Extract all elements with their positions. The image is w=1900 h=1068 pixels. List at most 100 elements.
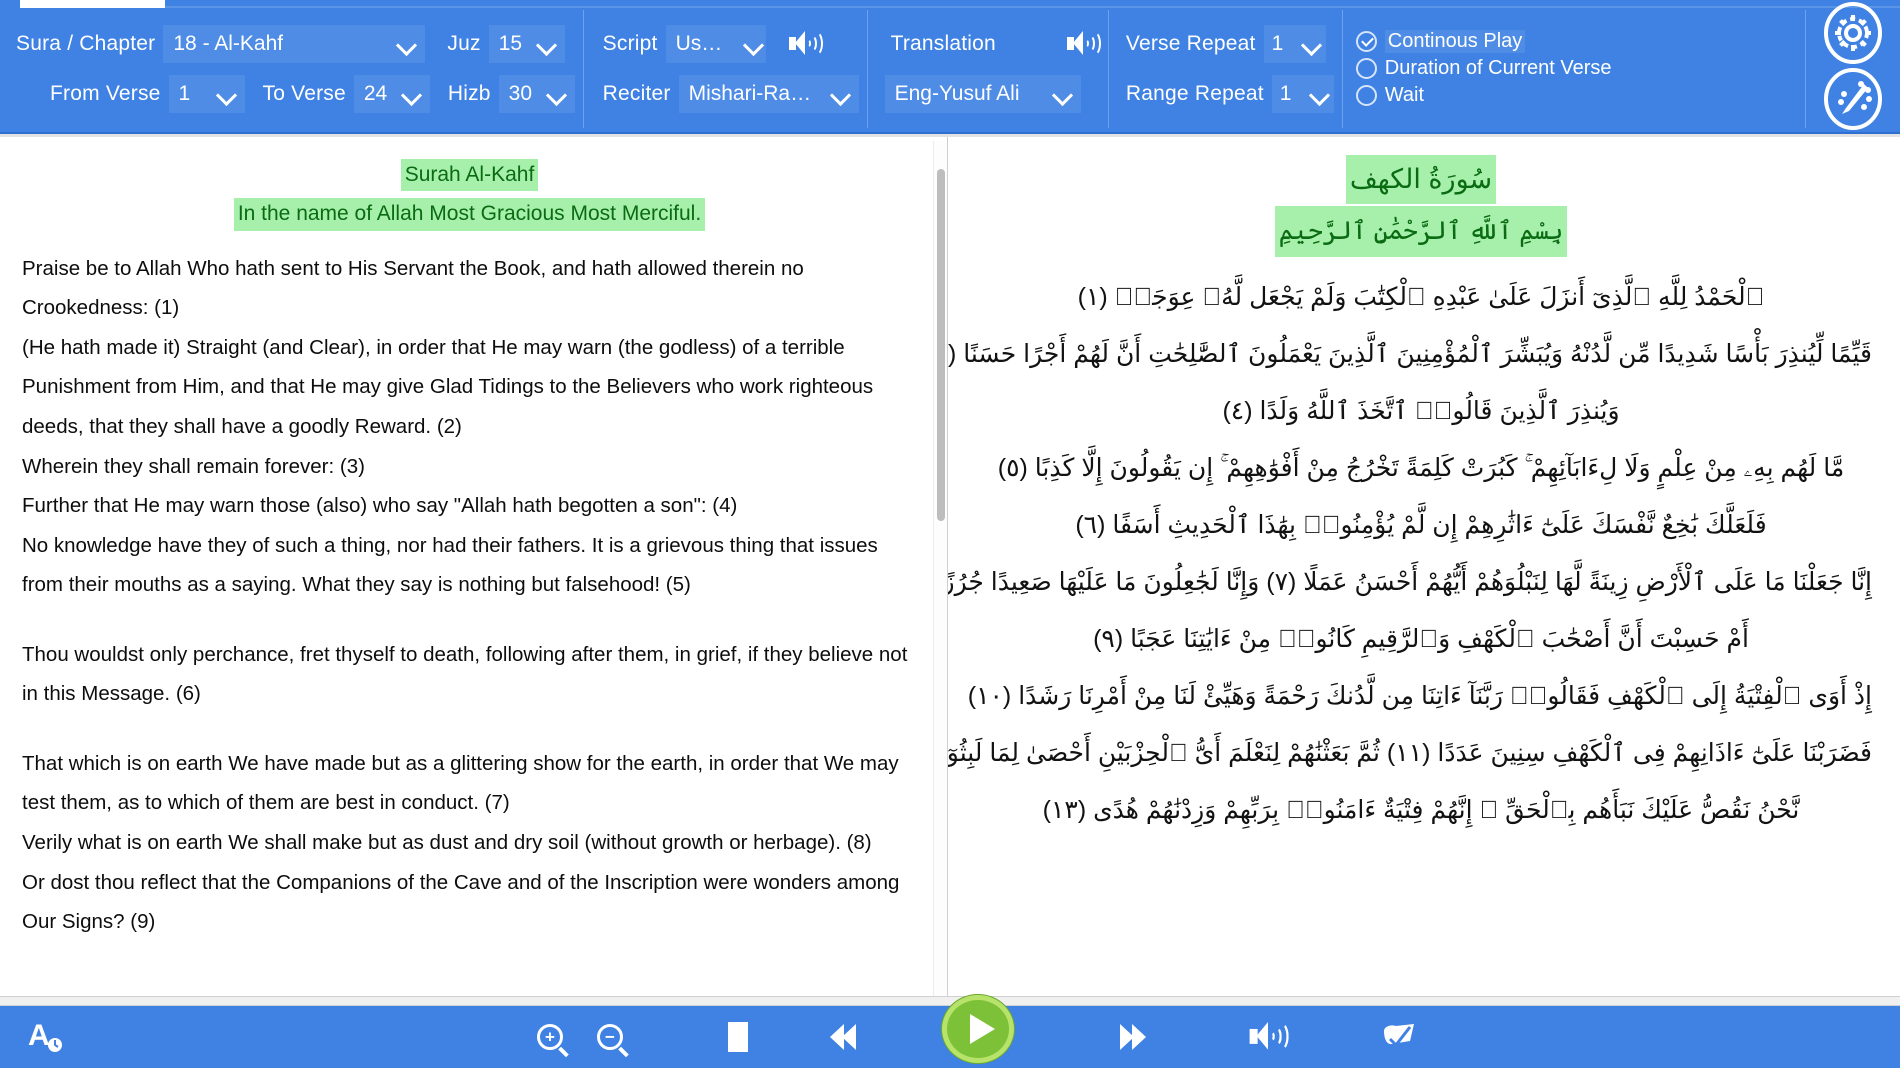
- arabic-bismillah-line: بِسْمِ ٱللَّهِ ٱلرَّحْمَٰنِ ٱلرَّحِيمِ: [970, 205, 1872, 258]
- verse-text[interactable]: (He hath made it) Straight (and Clear), …: [22, 328, 917, 447]
- chevron-down-icon: [831, 88, 851, 100]
- reciter-row: Reciter Mishari-Rashid: [603, 69, 859, 119]
- radio-circle-icon: [1355, 57, 1377, 79]
- arabic-verse-list: ٱلْحَمْدُ لِلَّهِ ٱلَّذِىٓ أَنزَلَ عَلَى…: [948, 269, 1872, 839]
- juz-select[interactable]: 15: [488, 25, 565, 63]
- verse-repeat-select[interactable]: 1: [1263, 25, 1326, 63]
- player-bar: A + −: [0, 995, 1900, 1068]
- arabic-verse-text[interactable]: نَّحْنُ نَقُصُّ عَلَيْكَ نَبَأَهُم بِٱلْ…: [970, 782, 1872, 839]
- arabic-verse-text[interactable]: أَمْ حَسِبْتَ أَنَّ أَصْحَٰبَ ٱلْكَهْفِ …: [970, 611, 1872, 668]
- arabic-verse-text[interactable]: قَيِّمًا لِّيُنذِرَ بَأْسًا شَدِيدًا مِّ…: [948, 326, 1872, 383]
- player-top-edge: [0, 996, 1900, 1006]
- radio-wait[interactable]: Wait: [1355, 83, 1612, 107]
- font-settings-icon: A: [28, 1019, 62, 1052]
- from-verse-value: 1: [178, 82, 191, 105]
- font-settings-button[interactable]: A: [10, 1006, 80, 1068]
- verse-text[interactable]: That which is on earth We have made but …: [22, 744, 917, 823]
- theme-button[interactable]: [1805, 66, 1900, 132]
- rewind-button[interactable]: [798, 1006, 888, 1068]
- top-toolbar: Sura / Chapter 18 - Al-Kahf Juz 15 From …: [0, 0, 1900, 134]
- sura-juz-row: Sura / Chapter 18 - Al-Kahf Juz 15: [16, 19, 575, 69]
- verse-repeat-value: 1: [1271, 32, 1284, 55]
- arabic-heading: سُورَةُ الكهف بِسْمِ ٱللَّهِ ٱلرَّحْمَٰن…: [970, 155, 1872, 258]
- translation-speaker-icon[interactable]: [1066, 29, 1101, 59]
- translation-select[interactable]: Eng-Yusuf Ali: [884, 75, 1081, 113]
- script-speaker-icon[interactable]: [788, 29, 823, 59]
- radio-label-duration-current-verse: Duration of Current Verse: [1384, 56, 1612, 79]
- translation-header-row: Translation: [885, 19, 1101, 69]
- bismillah-line: In the name of Allah Most Gracious Most …: [22, 198, 917, 231]
- fast-forward-icon-2: [1132, 1024, 1146, 1050]
- rewind-icon-2: [842, 1024, 856, 1050]
- fast-forward-button[interactable]: [1088, 1006, 1178, 1068]
- chevron-down-icon: [1302, 38, 1322, 50]
- paint-brush-icon: [1823, 68, 1882, 130]
- zoom-in-glyph: +: [545, 1027, 555, 1047]
- range-repeat-select[interactable]: 1: [1271, 75, 1334, 113]
- verse-text[interactable]: Further that He may warn those (also) wh…: [22, 486, 917, 526]
- arabic-verse-text[interactable]: فَضَرَبْنَا عَلَىٰٓ ءَاذَانِهِمْ فِى ٱلْ…: [948, 725, 1872, 782]
- stop-button[interactable]: [698, 1006, 778, 1068]
- to-verse-select[interactable]: 24: [353, 75, 430, 113]
- zoom-out-glyph: −: [605, 1027, 615, 1047]
- surah-title-en: Surah Al-Kahf: [400, 159, 539, 192]
- stop-icon: [728, 1022, 748, 1052]
- hizb-select[interactable]: 30: [498, 75, 575, 113]
- script-select[interactable]: Usmani: [665, 25, 766, 63]
- svg-text:A: A: [28, 1019, 50, 1052]
- script-label: Script: [602, 32, 658, 55]
- chevron-down-icon: [402, 88, 422, 100]
- to-verse-value: 24: [363, 82, 388, 105]
- translation-pane: Surah Al-Kahf In the name of Allah Most …: [0, 137, 948, 996]
- range-repeat-value: 1: [1279, 82, 1292, 105]
- verse-spacer: [22, 605, 917, 635]
- arabic-title-line: سُورَةُ الكهف: [970, 155, 1872, 204]
- translation-value: Eng-Yusuf Ali: [894, 82, 1020, 105]
- verse-text[interactable]: Praise be to Allah Who hath sent to His …: [22, 249, 917, 328]
- translation-pane-scrollbar[interactable]: [933, 141, 947, 996]
- radio-duration-current-verse[interactable]: Duration of Current Verse: [1355, 56, 1612, 80]
- gear-icon: [1823, 2, 1882, 64]
- sura-value: 18 - Al-Kahf: [173, 32, 284, 55]
- verse-text[interactable]: Wherein they shall remain forever: (3): [22, 447, 917, 487]
- juz-label: Juz: [447, 32, 481, 55]
- bookmark-button[interactable]: [1358, 1006, 1438, 1068]
- range-repeat-row: Range Repeat 1: [1126, 69, 1334, 119]
- arabic-verse-text[interactable]: مَّا لَهُم بِهِۦ مِنْ عِلْمٍ وَلَا لِءَا…: [970, 440, 1872, 497]
- script-reciter-group: Script Usmani Reciter Mishari-Rashid: [582, 0, 867, 132]
- arabic-verse-text[interactable]: إِنَّا جَعَلْنَا مَا عَلَى ٱلْأَرْضِ زِي…: [948, 554, 1872, 611]
- sura-select[interactable]: 18 - Al-Kahf: [163, 25, 426, 63]
- surah-title-ar: سُورَةُ الكهف: [1345, 155, 1497, 204]
- range-repeat-label: Range Repeat: [1125, 82, 1264, 105]
- from-verse-select[interactable]: 1: [168, 75, 245, 113]
- verse-text[interactable]: No knowledge have they of such a thing, …: [22, 526, 917, 605]
- player-bar-wrapper: A + −: [0, 995, 1900, 1068]
- volume-button[interactable]: [1228, 1006, 1308, 1068]
- verse-text[interactable]: Or dost thou reflect that the Companions…: [22, 863, 917, 942]
- zoom-in-button[interactable]: +: [520, 1006, 580, 1068]
- radio-continuous-play[interactable]: Continous Play: [1355, 29, 1612, 53]
- translation-heading: Surah Al-Kahf In the name of Allah Most …: [22, 159, 917, 231]
- arabic-verse-text[interactable]: إِذْ أَوَى ٱلْفِتْيَةُ إِلَى ٱلْكَهْفِ ف…: [968, 668, 1872, 725]
- verse-text[interactable]: Thou wouldst only perchance, fret thysel…: [22, 635, 917, 714]
- zoom-out-button[interactable]: −: [580, 1006, 640, 1068]
- chevron-down-icon: [537, 38, 557, 50]
- arabic-verse-text[interactable]: فَلَعَلَّكَ بَٰخِعٌ نَّفْسَكَ عَلَىٰٓ ءَ…: [970, 497, 1872, 554]
- reciter-select[interactable]: Mishari-Rashid: [678, 75, 859, 113]
- arabic-verse-text[interactable]: ٱلْحَمْدُ لِلَّهِ ٱلَّذِىٓ أَنزَلَ عَلَى…: [970, 269, 1872, 326]
- verse-spacer: [22, 714, 917, 744]
- radio-label-wait: Wait: [1384, 83, 1425, 106]
- chevron-down-icon: [744, 38, 764, 50]
- bookmark-icon: [1384, 1024, 1414, 1048]
- play-icon: [969, 1014, 995, 1044]
- zoom-out-icon: −: [597, 1024, 623, 1050]
- scrollbar-thumb[interactable]: [937, 169, 945, 521]
- from-verse-label: From Verse: [50, 82, 161, 105]
- zoom-in-icon: +: [537, 1024, 563, 1050]
- radio-circle-icon: [1355, 84, 1377, 106]
- radio-label-continuous-play: Continous Play: [1384, 29, 1526, 53]
- settings-button[interactable]: [1805, 0, 1900, 66]
- arabic-verse-text[interactable]: وَيُنذِرَ ٱلَّذِينَ قَالُوا۟ ٱتَّخَذَ ٱل…: [970, 383, 1872, 440]
- verse-text[interactable]: Verily what is on earth We shall make bu…: [22, 823, 917, 863]
- play-button[interactable]: [942, 995, 1014, 1063]
